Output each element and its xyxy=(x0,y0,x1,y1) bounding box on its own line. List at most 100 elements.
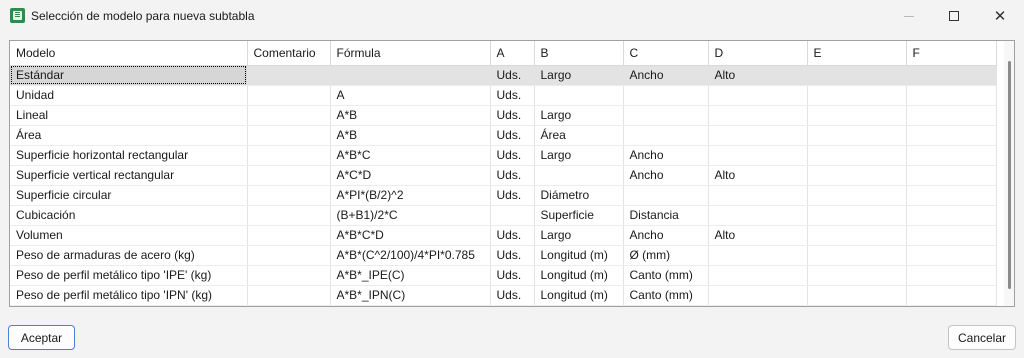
table-cell[interactable] xyxy=(708,145,808,166)
table-cell[interactable]: Longitud (m) xyxy=(534,265,624,286)
column-header[interactable]: B xyxy=(534,41,624,66)
table-cell[interactable]: Uds. xyxy=(490,165,535,186)
table-cell[interactable]: Longitud (m) xyxy=(534,245,624,266)
vertical-scrollbar[interactable] xyxy=(1004,41,1014,306)
table-row[interactable]: Área A*B Uds. Área xyxy=(10,125,997,146)
table-cell[interactable]: Superficie xyxy=(534,205,624,226)
table-row[interactable]: Superficie vertical rectangular A*C*D Uds.… xyxy=(10,165,997,186)
table-row[interactable]: Unidad A Uds. xyxy=(10,85,997,106)
table-cell[interactable]: Uds. xyxy=(490,185,535,206)
table-cell[interactable]: Alto xyxy=(708,225,808,246)
table-cell[interactable] xyxy=(623,85,709,106)
table-cell[interactable] xyxy=(906,185,997,206)
table-cell[interactable] xyxy=(623,105,709,126)
table-cell[interactable]: Canto (mm) xyxy=(623,285,709,306)
table-cell[interactable] xyxy=(807,225,907,246)
table-cell[interactable]: Ancho xyxy=(623,165,709,186)
accept-button[interactable]: Aceptar xyxy=(8,325,75,350)
table-cell[interactable] xyxy=(906,245,997,266)
table-cell[interactable] xyxy=(247,285,331,306)
table-cell[interactable]: Área xyxy=(534,125,624,146)
table-cell[interactable] xyxy=(807,125,907,146)
table-cell[interactable]: Superficie circular xyxy=(10,185,248,206)
table-cell[interactable] xyxy=(906,165,997,186)
table-cell[interactable] xyxy=(906,285,997,306)
close-button[interactable]: ✕ xyxy=(977,0,1023,32)
table-cell[interactable]: A*B xyxy=(330,105,491,126)
table-cell[interactable] xyxy=(708,285,808,306)
table-cell[interactable] xyxy=(906,225,997,246)
table-cell[interactable] xyxy=(906,125,997,146)
table-cell[interactable]: Canto (mm) xyxy=(623,265,709,286)
table-cell[interactable]: Estándar xyxy=(10,65,248,86)
table-cell[interactable] xyxy=(330,65,491,86)
table-cell[interactable]: Cubicación xyxy=(10,205,248,226)
table-cell[interactable]: Uds. xyxy=(490,265,535,286)
table-cell[interactable]: Alto xyxy=(708,65,808,86)
table-cell[interactable]: Superficie vertical rectangular xyxy=(10,165,248,186)
table-cell[interactable] xyxy=(906,205,997,226)
cancel-button[interactable]: Cancelar xyxy=(948,325,1016,350)
table-cell[interactable]: Ancho xyxy=(623,225,709,246)
table-cell[interactable] xyxy=(623,125,709,146)
table-cell[interactable]: A*B*C*D xyxy=(330,225,491,246)
table-cell[interactable] xyxy=(708,185,808,206)
table-row[interactable]: Lineal A*B Uds. Largo xyxy=(10,105,997,126)
table-cell[interactable] xyxy=(807,185,907,206)
table-cell[interactable] xyxy=(247,265,331,286)
table-cell[interactable]: A*B*(C^2/100)/4*PI*0.785 xyxy=(330,245,491,266)
table-cell[interactable] xyxy=(708,205,808,226)
table-cell[interactable]: Diámetro xyxy=(534,185,624,206)
column-header[interactable]: Fórmula xyxy=(330,41,491,66)
table-cell[interactable] xyxy=(247,85,331,106)
table-cell[interactable] xyxy=(247,165,331,186)
table-row[interactable]: Peso de perfil metálico tipo 'IPN' (kg) A… xyxy=(10,285,997,306)
table-cell[interactable]: Largo xyxy=(534,145,624,166)
table-cell[interactable]: Longitud (m) xyxy=(534,285,624,306)
table-row[interactable]: Cubicación (B+B1)/2*C Superficie Distancia xyxy=(10,205,997,226)
maximize-button[interactable] xyxy=(931,0,977,32)
table-cell[interactable] xyxy=(807,165,907,186)
table-cell[interactable] xyxy=(906,105,997,126)
table-cell[interactable]: Ancho xyxy=(623,145,709,166)
table-cell[interactable]: Ancho xyxy=(623,65,709,86)
table-cell[interactable]: Uds. xyxy=(490,145,535,166)
table-cell[interactable]: Superficie horizontal rectangular xyxy=(10,145,248,166)
table-cell[interactable] xyxy=(906,65,997,86)
table-cell[interactable]: A*B*C xyxy=(330,145,491,166)
table-cell[interactable] xyxy=(534,85,624,106)
scrollbar-thumb[interactable] xyxy=(1008,61,1011,289)
table-cell[interactable] xyxy=(247,125,331,146)
column-header[interactable]: Modelo xyxy=(10,41,248,66)
table-cell[interactable] xyxy=(247,145,331,166)
table-cell[interactable] xyxy=(247,65,331,86)
table-cell[interactable]: A*B*_IPN(C) xyxy=(330,285,491,306)
table-cell[interactable]: Uds. xyxy=(490,85,535,106)
table-cell[interactable]: Unidad xyxy=(10,85,248,106)
column-header[interactable]: E xyxy=(807,41,907,66)
table-cell[interactable] xyxy=(807,245,907,266)
table-row[interactable]: Peso de perfil metálico tipo 'IPE' (kg) A… xyxy=(10,265,997,286)
table-row[interactable]: Peso de armaduras de acero (kg) A*B*(C^2/… xyxy=(10,245,997,266)
table-cell[interactable] xyxy=(906,265,997,286)
table-cell[interactable] xyxy=(807,105,907,126)
table-cell[interactable]: Área xyxy=(10,125,248,146)
table-cell[interactable] xyxy=(247,105,331,126)
table-cell[interactable] xyxy=(247,245,331,266)
column-header[interactable]: F xyxy=(906,41,997,66)
table-cell[interactable]: Volumen xyxy=(10,225,248,246)
column-header[interactable]: A xyxy=(490,41,535,66)
table-cell[interactable]: Uds. xyxy=(490,105,535,126)
table-cell[interactable]: (B+B1)/2*C xyxy=(330,205,491,226)
table-cell[interactable] xyxy=(247,205,331,226)
table-row[interactable]: Superficie horizontal rectangular A*B*C Ud… xyxy=(10,145,997,166)
table-cell[interactable] xyxy=(807,85,907,106)
table-cell[interactable]: Peso de perfil metálico tipo 'IPN' (kg) xyxy=(10,285,248,306)
table-cell[interactable]: Lineal xyxy=(10,105,248,126)
table-cell[interactable]: Largo xyxy=(534,65,624,86)
minimize-button[interactable] xyxy=(886,0,932,32)
table-cell[interactable]: A*PI*(B/2)^2 xyxy=(330,185,491,206)
table-cell[interactable] xyxy=(708,265,808,286)
table-cell[interactable] xyxy=(807,285,907,306)
table-cell[interactable] xyxy=(807,265,907,286)
